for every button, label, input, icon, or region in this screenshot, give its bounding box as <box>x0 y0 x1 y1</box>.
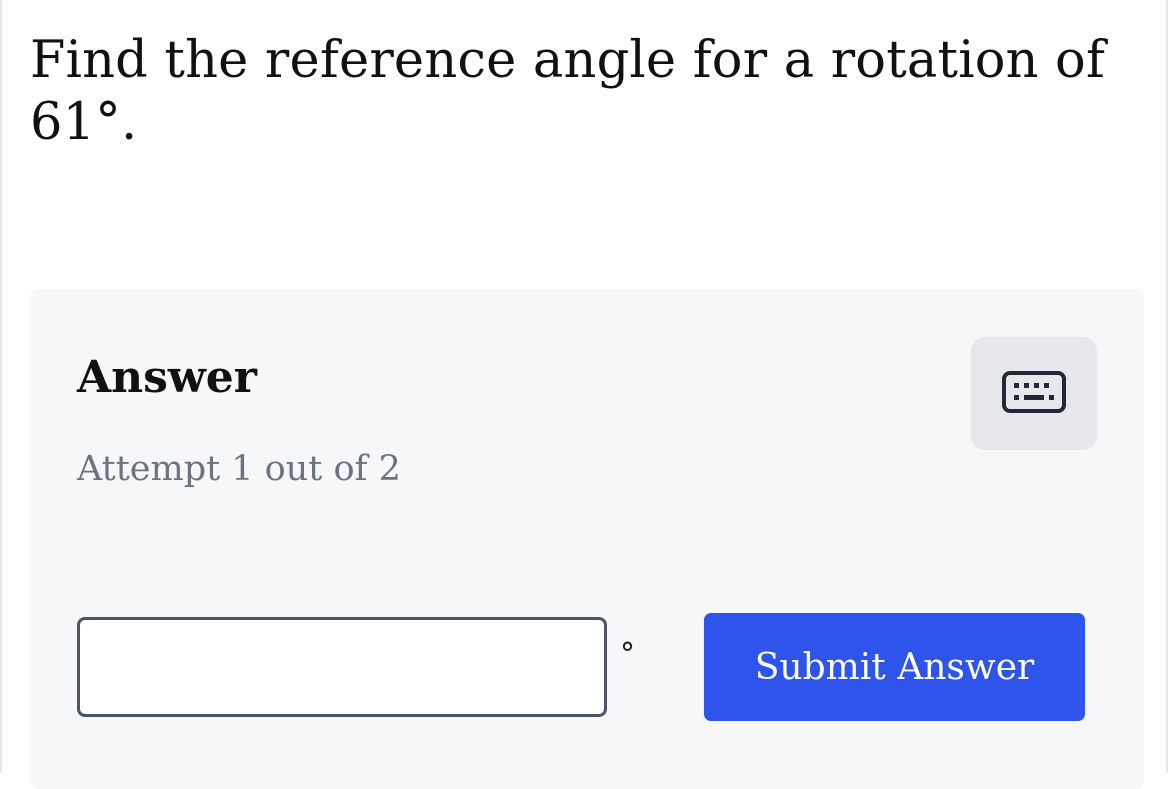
degree-unit-label: ° <box>620 637 635 672</box>
page-frame: Find the reference angle for a rotation … <box>0 0 1168 789</box>
keyboard-icon <box>1001 370 1067 418</box>
question-text: Find the reference angle for a rotation … <box>30 31 1106 152</box>
keyboard-toggle-button[interactable] <box>971 337 1097 450</box>
answer-panel: Answer Attempt 1 out of 2 ° Submit Answe… <box>30 289 1144 789</box>
answer-heading: Answer <box>77 352 257 403</box>
submit-answer-button[interactable]: Submit Answer <box>704 613 1085 721</box>
answer-input[interactable] <box>77 617 607 717</box>
attempt-counter: Attempt 1 out of 2 <box>77 449 401 489</box>
